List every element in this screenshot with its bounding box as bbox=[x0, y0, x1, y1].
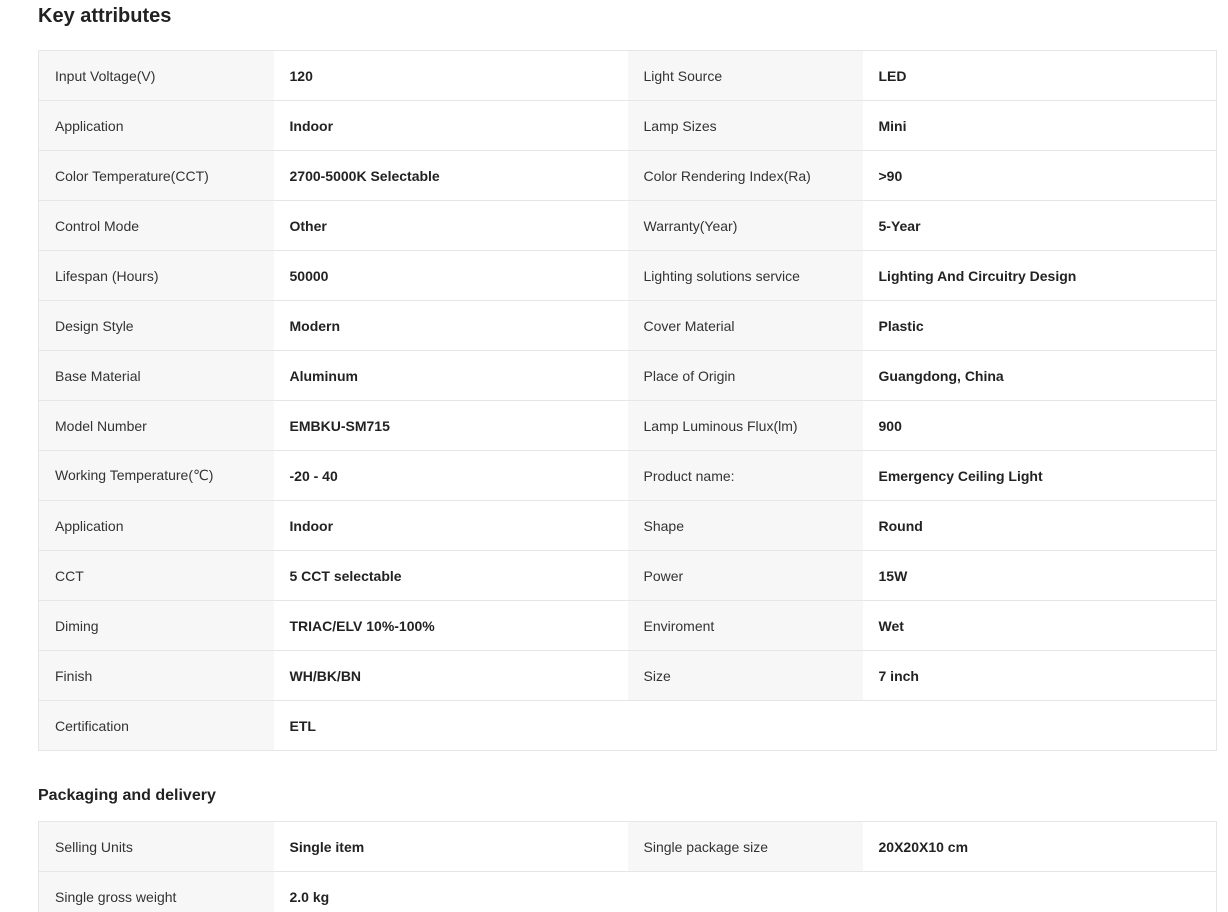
attribute-value: 5-Year bbox=[862, 200, 1217, 251]
attribute-value: Aluminum bbox=[273, 350, 628, 401]
empty-cell bbox=[627, 871, 863, 912]
attribute-value: 900 bbox=[862, 400, 1217, 451]
attribute-label: Lamp Sizes bbox=[627, 100, 863, 151]
attribute-row: CCT 5 CCT selectable Power 15W bbox=[38, 550, 1217, 601]
attribute-row: Color Temperature(CCT) 2700-5000K Selecta… bbox=[38, 150, 1217, 201]
attribute-label: Place of Origin bbox=[627, 350, 863, 401]
attribute-row: Control Mode Other Warranty(Year) 5-Year bbox=[38, 200, 1217, 251]
attribute-row: Certification ETL bbox=[38, 700, 1217, 751]
attribute-value: Emergency Ceiling Light bbox=[862, 450, 1217, 501]
attribute-label: Product name: bbox=[627, 450, 863, 501]
attribute-value: Indoor bbox=[273, 100, 628, 151]
attribute-value: 50000 bbox=[273, 250, 628, 301]
attribute-value: 15W bbox=[862, 550, 1217, 601]
attribute-label: Lamp Luminous Flux(lm) bbox=[627, 400, 863, 451]
attribute-value: 7 inch bbox=[862, 650, 1217, 701]
attribute-value: Wet bbox=[862, 600, 1217, 651]
attribute-row: Design Style Modern Cover Material Plastic bbox=[38, 300, 1217, 351]
attribute-label: Shape bbox=[627, 500, 863, 551]
attribute-label: CCT bbox=[38, 550, 274, 601]
attribute-value: Single item bbox=[273, 821, 628, 872]
attribute-value: EMBKU-SM715 bbox=[273, 400, 628, 451]
attribute-label: Single package size bbox=[627, 821, 863, 872]
attribute-value: 2.0 kg bbox=[273, 871, 628, 912]
attribute-row: Input Voltage(V) 120 Light Source LED bbox=[38, 50, 1217, 101]
attribute-label: Selling Units bbox=[38, 821, 274, 872]
attribute-value: Indoor bbox=[273, 500, 628, 551]
attribute-label: Control Mode bbox=[38, 200, 274, 251]
attribute-label: Enviroment bbox=[627, 600, 863, 651]
attribute-row: Selling Units Single item Single package s… bbox=[38, 821, 1217, 872]
attribute-label: Warranty(Year) bbox=[627, 200, 863, 251]
product-attributes-page: Key attributes Input Voltage(V) 120 Light … bbox=[0, 0, 1228, 912]
attribute-label: Power bbox=[627, 550, 863, 601]
attribute-row: Lifespan (Hours) 50000 Lighting solutions … bbox=[38, 250, 1217, 301]
attribute-row: Working Temperature(℃) -20 - 40 Product na… bbox=[38, 450, 1217, 501]
attribute-value: Guangdong, China bbox=[862, 350, 1217, 401]
attribute-value: Lighting And Circuitry Design bbox=[862, 250, 1217, 301]
attribute-label: Model Number bbox=[38, 400, 274, 451]
attribute-value: 5 CCT selectable bbox=[273, 550, 628, 601]
attribute-label: Color Temperature(CCT) bbox=[38, 150, 274, 201]
attribute-label: Lighting solutions service bbox=[627, 250, 863, 301]
attribute-label: Design Style bbox=[38, 300, 274, 351]
attribute-label: Finish bbox=[38, 650, 274, 701]
attribute-label: Lifespan (Hours) bbox=[38, 250, 274, 301]
attribute-label: Color Rendering Index(Ra) bbox=[627, 150, 863, 201]
packaging-delivery-title: Packaging and delivery bbox=[38, 787, 216, 804]
attribute-value: 2700-5000K Selectable bbox=[273, 150, 628, 201]
attribute-row: Diming TRIAC/ELV 10%-100% Enviroment Wet bbox=[38, 600, 1217, 651]
attribute-label: Size bbox=[627, 650, 863, 701]
attribute-value: LED bbox=[862, 50, 1217, 101]
key-attributes-title: Key attributes bbox=[38, 5, 172, 27]
attribute-label: Input Voltage(V) bbox=[38, 50, 274, 101]
attribute-label: Diming bbox=[38, 600, 274, 651]
attribute-label: Working Temperature(℃) bbox=[38, 450, 274, 501]
attribute-label: Cover Material bbox=[627, 300, 863, 351]
attribute-row: Application Indoor Shape Round bbox=[38, 500, 1217, 551]
attribute-row: Base Material Aluminum Place of Origin Guan… bbox=[38, 350, 1217, 401]
attribute-row: Finish WH/BK/BN Size 7 inch bbox=[38, 650, 1217, 701]
attribute-value: TRIAC/ELV 10%-100% bbox=[273, 600, 628, 651]
empty-cell bbox=[627, 700, 863, 751]
attribute-value: ETL bbox=[273, 700, 628, 751]
attribute-value: Plastic bbox=[862, 300, 1217, 351]
attribute-value: >90 bbox=[862, 150, 1217, 201]
attribute-value: Modern bbox=[273, 300, 628, 351]
attribute-value: Mini bbox=[862, 100, 1217, 151]
key-attributes-table: Input Voltage(V) 120 Light Source LED Applic… bbox=[38, 50, 1217, 751]
attribute-value: Other bbox=[273, 200, 628, 251]
attribute-label: Light Source bbox=[627, 50, 863, 101]
attribute-value: Round bbox=[862, 500, 1217, 551]
packaging-delivery-table: Selling Units Single item Single package s… bbox=[38, 821, 1217, 912]
empty-cell bbox=[862, 871, 1217, 912]
attribute-value: 20X20X10 cm bbox=[862, 821, 1217, 872]
empty-cell bbox=[862, 700, 1217, 751]
attribute-label: Application bbox=[38, 500, 274, 551]
attribute-row: Single gross weight 2.0 kg bbox=[38, 871, 1217, 912]
attribute-value: WH/BK/BN bbox=[273, 650, 628, 701]
attribute-label: Application bbox=[38, 100, 274, 151]
attribute-row: Model Number EMBKU-SM715 Lamp Luminous Flu… bbox=[38, 400, 1217, 451]
attribute-label: Certification bbox=[38, 700, 274, 751]
attribute-label: Single gross weight bbox=[38, 871, 274, 912]
attribute-value: 120 bbox=[273, 50, 628, 101]
attribute-row: Application Indoor Lamp Sizes Mini bbox=[38, 100, 1217, 151]
attribute-label: Base Material bbox=[38, 350, 274, 401]
attribute-value: -20 - 40 bbox=[273, 450, 628, 501]
